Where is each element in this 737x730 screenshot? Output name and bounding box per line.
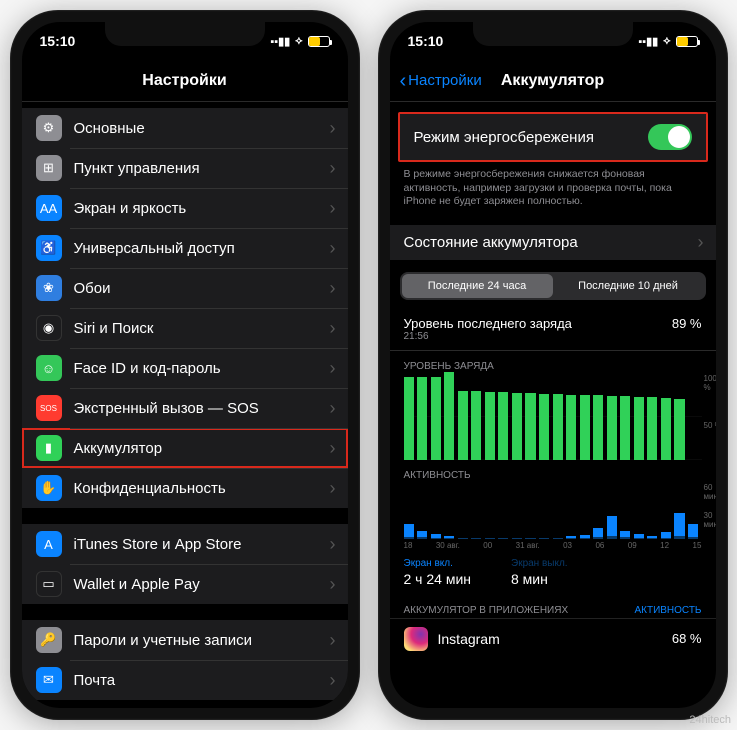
- faceid-icon: ☺: [36, 355, 62, 381]
- settings-row-passwords[interactable]: 🔑Пароли и учетные записи›: [22, 620, 348, 660]
- display-icon: AA: [36, 195, 62, 221]
- appstore-icon: A: [36, 531, 62, 557]
- chevron-left-icon: ‹: [400, 71, 407, 91]
- wallpaper-icon: ❀: [36, 275, 62, 301]
- chevron-right-icon: ›: [330, 630, 336, 651]
- app-row-instagram[interactable]: Instagram 68 %: [390, 618, 716, 659]
- settings-row-mail[interactable]: ✉Почта›: [22, 660, 348, 700]
- settings-list[interactable]: ⚙Основные›⊞Пункт управления›AAЭкран и яр…: [22, 102, 348, 708]
- chevron-right-icon: ›: [330, 238, 336, 259]
- settings-row-battery[interactable]: ▮Аккумулятор›: [22, 428, 348, 468]
- chevron-right-icon: ›: [330, 574, 336, 595]
- time-range-segment[interactable]: Последние 24 часа Последние 10 дней: [400, 272, 706, 300]
- battery-content[interactable]: Режим энергосбережения В режиме энергосб…: [390, 102, 716, 708]
- wifi-icon: ⟡: [295, 35, 302, 48]
- chevron-right-icon: ›: [330, 278, 336, 299]
- navbar: ‹ Настройки Аккумулятор: [390, 60, 716, 102]
- control-center-icon: ⊞: [36, 155, 62, 181]
- level-header: УРОВЕНЬ ЗАРЯДА: [390, 351, 716, 374]
- activity-header: АКТИВНОСТЬ: [390, 460, 716, 483]
- chevron-right-icon: ›: [330, 358, 336, 379]
- phone-left: 15:10 ▪▪▮▮ ⟡ Настройки ⚙Основные›⊞Пункт …: [10, 10, 360, 720]
- battery-icon: [676, 36, 698, 47]
- instagram-icon: [404, 627, 428, 651]
- activity-link[interactable]: АКТИВНОСТЬ: [634, 605, 701, 616]
- battery-icon: [308, 36, 330, 47]
- passwords-icon: 🔑: [36, 627, 62, 653]
- apps-header: АККУМУЛЯТОР В ПРИЛОЖЕНИЯХ АКТИВНОСТЬ: [390, 595, 716, 618]
- phone-right: 15:10 ▪▪▮▮ ⟡ ‹ Настройки Аккумулятор Реж…: [378, 10, 728, 720]
- battery-health-row[interactable]: Состояние аккумулятора ›: [390, 225, 716, 260]
- settings-row-siri[interactable]: ◉Siri и Поиск›: [22, 308, 348, 348]
- chevron-right-icon: ›: [330, 438, 336, 459]
- sos-icon: SOS: [36, 395, 62, 421]
- page-title: Аккумулятор: [501, 72, 604, 90]
- battery-icon: ▮: [36, 435, 62, 461]
- chevron-right-icon: ›: [330, 198, 336, 219]
- low-power-toggle[interactable]: [648, 124, 692, 150]
- settings-row-privacy[interactable]: ✋Конфиденциальность›: [22, 468, 348, 508]
- battery-level-chart: 100 %50 %: [404, 374, 702, 460]
- settings-row-appstore[interactable]: AiTunes Store и App Store›: [22, 524, 348, 564]
- chevron-right-icon: ›: [330, 398, 336, 419]
- settings-row-control-center[interactable]: ⊞Пункт управления›: [22, 148, 348, 188]
- chevron-right-icon: ›: [330, 534, 336, 555]
- back-label: Настройки: [408, 72, 482, 89]
- screen-usage: Экран вкл. 2 ч 24 мин Экран выкл. 8 мин: [390, 550, 716, 595]
- status-time: 15:10: [408, 33, 444, 49]
- chevron-right-icon: ›: [330, 158, 336, 179]
- page-title: Настройки: [142, 72, 226, 90]
- segment-24h[interactable]: Последние 24 часа: [402, 274, 553, 298]
- notch: [473, 22, 633, 46]
- chart-x-labels: 1830 авг.0031 авг.0306091215: [404, 541, 702, 550]
- mail-icon: ✉: [36, 667, 62, 693]
- wifi-icon: ⟡: [663, 35, 670, 48]
- chevron-right-icon: ›: [330, 670, 336, 691]
- highlight-lowpower: Режим энергосбережения: [398, 112, 708, 162]
- notch: [105, 22, 265, 46]
- wallet-icon: ▭: [36, 571, 62, 597]
- siri-icon: ◉: [36, 315, 62, 341]
- last-charge-row: Уровень последнего заряда 21:56 89 %: [390, 308, 716, 351]
- settings-row-wallet[interactable]: ▭Wallet и Apple Pay›: [22, 564, 348, 604]
- settings-row-wallpaper[interactable]: ❀Обои›: [22, 268, 348, 308]
- signal-icon: ▪▪▮▮: [270, 35, 290, 48]
- chevron-right-icon: ›: [330, 478, 336, 499]
- back-button[interactable]: ‹ Настройки: [400, 71, 482, 91]
- settings-row-sos[interactable]: SOSЭкстренный вызов — SOS›: [22, 388, 348, 428]
- low-power-row[interactable]: Режим энергосбережения: [400, 114, 706, 160]
- chevron-right-icon: ›: [698, 232, 704, 253]
- accessibility-icon: ♿: [36, 235, 62, 261]
- signal-icon: ▪▪▮▮: [638, 35, 658, 48]
- segment-10d[interactable]: Последние 10 дней: [553, 274, 704, 298]
- settings-row-gear[interactable]: ⚙Основные›: [22, 108, 348, 148]
- settings-row-faceid[interactable]: ☺Face ID и код-пароль›: [22, 348, 348, 388]
- status-time: 15:10: [40, 33, 76, 49]
- low-power-footnote: В режиме энергосбережения снижается фоно…: [390, 162, 716, 209]
- navbar: Настройки: [22, 60, 348, 102]
- chevron-right-icon: ›: [330, 118, 336, 139]
- settings-row-accessibility[interactable]: ♿Универсальный доступ›: [22, 228, 348, 268]
- activity-chart: 60 мин30 мин: [404, 483, 702, 539]
- low-power-label: Режим энергосбережения: [414, 129, 648, 146]
- watermark: 24hitech: [689, 714, 731, 726]
- chevron-right-icon: ›: [330, 318, 336, 339]
- settings-row-display[interactable]: AAЭкран и яркость›: [22, 188, 348, 228]
- gear-icon: ⚙: [36, 115, 62, 141]
- privacy-icon: ✋: [36, 475, 62, 501]
